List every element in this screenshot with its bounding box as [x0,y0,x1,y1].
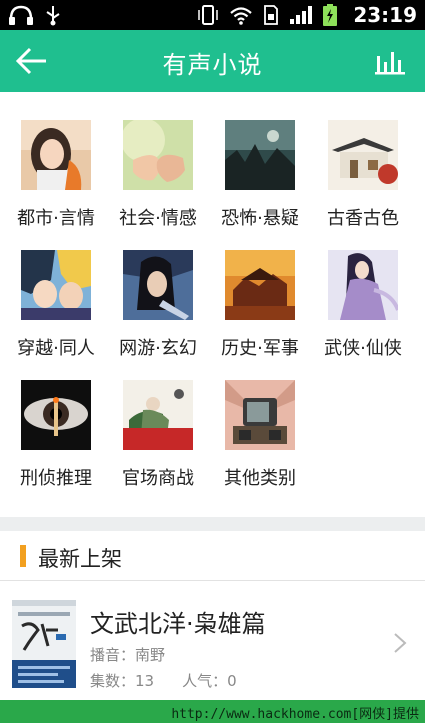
category-thumbnail [225,120,295,190]
category-martial-immortal[interactable]: 武侠·仙侠 [318,222,408,359]
status-bar: 23:19 [0,0,425,30]
watermark-bar: http://www.hackhome.com[网侠]提供 [0,700,425,723]
section-divider [0,517,425,531]
section-title: 最新上架 [38,547,122,571]
category-thumbnail [225,250,295,320]
category-thumbnail [21,250,91,320]
usb-icon [46,6,60,26]
category-time-travel-fanfic[interactable]: 穿越·同人 [11,222,101,359]
category-society-emotion[interactable]: 社会·情感 [113,92,203,229]
category-detective[interactable]: 刑侦推理 [11,352,101,489]
category-thumbnail [21,380,91,450]
book-narrator: 播音：南野 [90,646,166,664]
wifi-icon [230,7,253,25]
book-stats: 集数：13 人气：0 [90,670,237,691]
category-online-game-fantasy[interactable]: 网游·玄幻 [113,222,203,359]
category-classical[interactable]: 古香古色 [318,92,408,229]
ranking-button[interactable] [375,48,405,76]
headset-icon [9,5,33,25]
category-other[interactable]: 其他类别 [215,352,305,489]
category-history-military[interactable]: 历史·军事 [215,222,305,359]
category-label: 武侠·仙侠 [324,338,402,359]
category-thumbnail [123,120,193,190]
chevron-right-icon [394,633,407,653]
category-grid: 都市·言情 社会·情感 恐怖·悬疑 古香古色 穿越·同人 网游·玄幻 历史·军事… [0,92,425,517]
watermark-text: http://www.hackhome.com[网侠]提供 [171,707,419,722]
category-thumbnail [225,380,295,450]
category-horror-suspense[interactable]: 恐怖·悬疑 [215,92,305,229]
app-header: 有声小说 [0,30,425,92]
sim-icon [264,5,279,25]
category-thumbnail [21,120,91,190]
section-accent-bar [20,545,26,567]
book-cover [12,600,76,688]
category-officialdom-business[interactable]: 官场商战 [113,352,203,489]
book-popularity: 人气：0 [182,672,237,690]
page-title: 有声小说 [162,51,263,79]
category-label: 官场商战 [122,468,194,489]
book-title: 文武北洋·枭雄篇 [90,610,266,638]
latest-section-header: 最新上架 [0,531,425,581]
category-thumbnail [123,250,193,320]
clock: 23:19 [353,3,417,27]
category-label: 其他类别 [224,468,296,489]
category-label: 刑侦推理 [20,468,92,489]
vibrate-icon [198,5,219,25]
category-thumbnail [328,120,398,190]
signal-icon [290,6,313,24]
category-thumbnail [123,380,193,450]
battery-charging-icon [323,4,338,26]
book-episodes: 集数：13 [90,672,155,690]
category-urban-romance[interactable]: 都市·言情 [11,92,101,229]
bar-chart-icon [375,52,405,75]
book-list-item[interactable]: 文武北洋·枭雄篇 播音：南野 集数：13 人气：0 [0,582,425,700]
category-thumbnail [328,250,398,320]
